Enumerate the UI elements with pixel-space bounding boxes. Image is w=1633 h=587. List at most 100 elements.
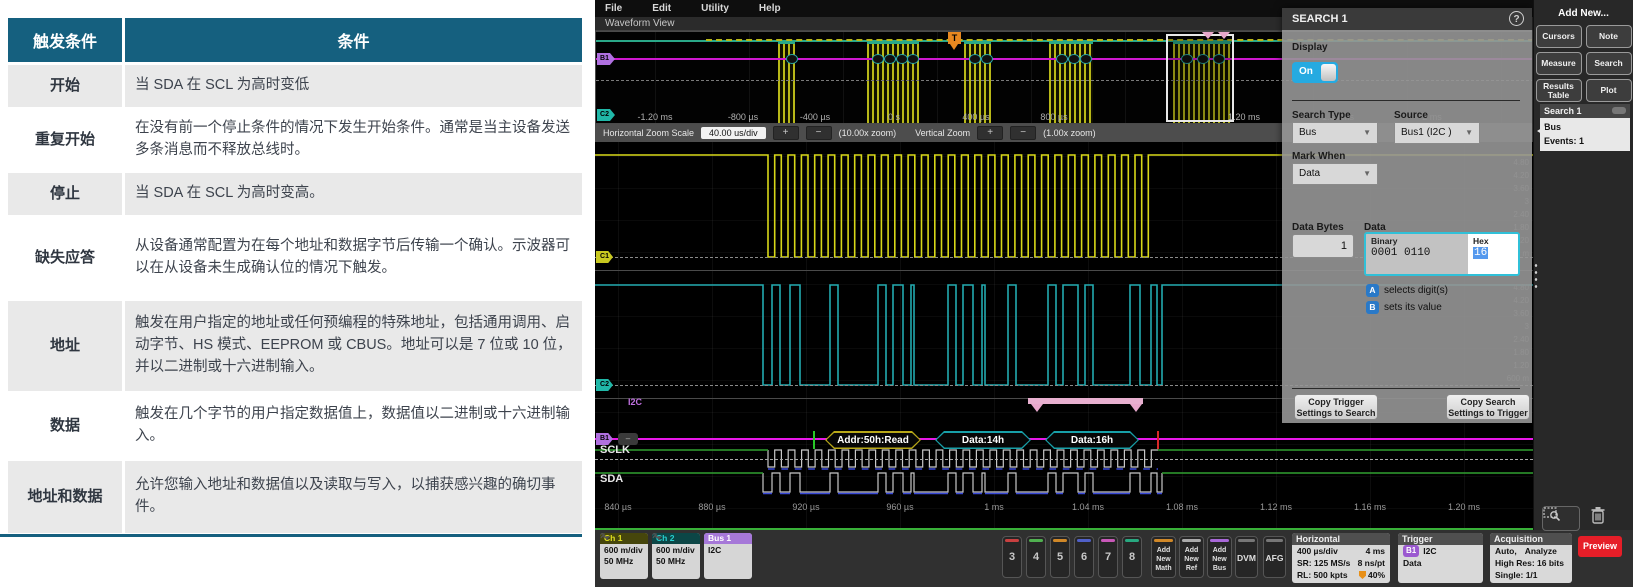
bus1-marker[interactable]: B1 (597, 53, 615, 65)
ch1-badge[interactable]: Ch 1 600 m/div 50 MHz (600, 533, 648, 579)
menu-item-utility[interactable]: Utility (701, 3, 729, 14)
delete-button[interactable] (1590, 506, 1620, 529)
mark-when-dropdown[interactable]: Data▼ (1292, 163, 1378, 185)
overview-time-tick: 800 µs (1040, 112, 1067, 122)
copy-search-to-trigger-button[interactable]: Copy SearchSettings to Trigger (1446, 394, 1530, 420)
table-header-condition: 条件 (125, 18, 582, 62)
acquisition-settings-box[interactable]: Acquisition Auto,Analyze High Res: 16 bi… (1490, 533, 1572, 583)
search1-badge-title: Search 1 (1544, 106, 1582, 116)
trigger-condition-name: 地址 (8, 301, 122, 391)
results-sidebar: Add New... CursorsNoteMeasureSearchResul… (1533, 0, 1633, 530)
hzoom-plus-button[interactable]: + (773, 126, 799, 140)
table-row: 缺失应答从设备通常配置为在每个地址和数据字节后传输一个确认。示波器可以在从设备未… (8, 218, 582, 298)
vzoom-minus-button[interactable]: − (1010, 126, 1036, 140)
channel-6-button[interactable]: 6 (1074, 536, 1094, 578)
ch2-badge[interactable]: Ch 2 600 m/div 50 MHz (652, 533, 700, 579)
note-button[interactable]: Note (1586, 25, 1632, 48)
hex-value[interactable]: 16 (1473, 247, 1488, 259)
zoom-window-box[interactable] (1166, 34, 1234, 122)
main-time-tick: 920 µs (792, 502, 819, 512)
copy-trigger-to-search-button[interactable]: Copy TriggerSettings to Search (1294, 394, 1378, 420)
hzoom-factor: (10.00x zoom) (839, 128, 897, 138)
channel-4-button[interactable]: 4 (1026, 536, 1046, 578)
trigger-condition-name: 缺失应答 (8, 218, 122, 298)
panel-drag-handle[interactable] (1533, 262, 1539, 290)
trigger-condition-desc: 当 SDA 在 SCL 为高时变低 (125, 65, 582, 107)
mark-when-label: Mark When (1292, 151, 1345, 162)
cursors-button[interactable]: Cursors (1536, 25, 1582, 48)
channel-8-button[interactable]: 8 (1122, 536, 1142, 578)
trigger-condition-name: 数据 (8, 394, 122, 458)
source-label: Source (1394, 110, 1428, 121)
afg-button[interactable]: AFG (1263, 536, 1286, 578)
add-new-bus-button[interactable]: Add New Bus (1207, 536, 1232, 578)
search-type-dropdown[interactable]: Bus▼ (1292, 122, 1378, 144)
decode-bubble (907, 54, 919, 64)
table-header-trigger: 触发条件 (8, 18, 122, 62)
menu-item-file[interactable]: File (605, 3, 622, 14)
packet-start-tick (813, 431, 815, 449)
hzoom-scale-value[interactable]: 40.00 us/div (701, 127, 766, 139)
measure-button[interactable]: Measure (1536, 52, 1582, 75)
decode-bubble (786, 54, 798, 64)
preview-button[interactable]: Preview (1578, 536, 1622, 557)
help-icon[interactable]: ? (1509, 11, 1524, 26)
search1-toggle-icon[interactable] (1612, 107, 1626, 114)
search-button[interactable]: Search (1586, 52, 1632, 75)
channel-3-button[interactable]: 3 (1002, 536, 1022, 578)
trigger-settings-box[interactable]: Trigger B1I2C Data (1398, 533, 1483, 583)
menu-item-help[interactable]: Help (759, 3, 781, 14)
binary-pane[interactable]: Binary 0001 0110 (1366, 234, 1472, 274)
bus1-badge[interactable]: Bus 1 I2C (704, 533, 752, 579)
data-value-editor[interactable]: Binary 0001 0110 Hex 16 (1364, 232, 1520, 276)
hzoom-scale-label: Horizontal Zoom Scale (603, 128, 694, 138)
chevron-down-icon: ▼ (1363, 123, 1371, 143)
data-bytes-field[interactable]: 1 (1292, 234, 1354, 258)
add-new-math-button[interactable]: Add New Math (1151, 536, 1176, 578)
table-row: 重复开始在没有前一个停止条件的情况下发生开始条件。通常是当主设备发送多条消息而不… (8, 110, 582, 170)
trigger-position-marker[interactable]: T (948, 32, 961, 44)
trigger-condition-name: 重复开始 (8, 110, 122, 170)
vzoom-plus-button[interactable]: + (977, 126, 1003, 140)
decode-bubble (884, 54, 896, 64)
knob-b-icon: B (1366, 301, 1379, 314)
main-time-tick: 1.04 ms (1072, 502, 1104, 512)
overview-time-tick: -1.20 ms (637, 112, 672, 122)
trigger-condition-name: 地址和数据 (8, 461, 122, 533)
channel-7-button[interactable]: 7 (1098, 536, 1118, 578)
menu-item-edit[interactable]: Edit (652, 3, 671, 14)
plot-button[interactable]: Plot (1586, 79, 1632, 102)
toggle-on-label: On (1299, 66, 1313, 77)
horizontal-settings-box[interactable]: Horizontal 400 µs/div4 ms SR: 125 MS/s8 … (1292, 533, 1390, 583)
zoom-select-button[interactable] (1542, 506, 1580, 531)
source-dropdown[interactable]: Bus1 (I2C )▼ (1394, 122, 1480, 144)
main-time-tick: 960 µs (886, 502, 913, 512)
trigger-condition-name: 停止 (8, 173, 122, 215)
dvm-button[interactable]: DVM (1235, 536, 1258, 578)
search1-badge[interactable]: Search 1 Bus Events: 1 (1540, 104, 1630, 151)
add-new-header: Add New... (1534, 8, 1633, 19)
table-row: 停止当 SDA 在 SCL 为高时变高。 (8, 173, 582, 215)
chevron-down-icon: ▼ (1465, 123, 1473, 143)
ch2-marker-overview[interactable]: C2 (597, 109, 615, 121)
overview-time-tick: 400 µs (962, 112, 989, 122)
display-on-toggle[interactable]: On (1292, 62, 1338, 83)
waveform-view-title: Waveform View (605, 18, 674, 29)
hzoom-minus-button[interactable]: − (806, 126, 832, 140)
hex-pane[interactable]: Hex 16 (1468, 234, 1518, 274)
table-row: 地址触发在用户指定的地址或任何预编程的特殊地址，包括通用调用、启动字节、HS 模… (8, 301, 582, 391)
overview-time-tick: -800 µs (728, 112, 758, 122)
toggle-knob[interactable] (1321, 64, 1336, 81)
hex-label: Hex (1473, 236, 1513, 246)
add-new-ref-button[interactable]: Add New Ref (1179, 536, 1204, 578)
channel-5-button[interactable]: 5 (1050, 536, 1070, 578)
main-time-tick: 1.16 ms (1354, 502, 1386, 512)
trigger-condition-name: 开始 (8, 65, 122, 107)
trigger-position-icon (1359, 571, 1366, 579)
search-panel-title[interactable]: SEARCH 1 (1282, 8, 1532, 30)
binary-value[interactable]: 0001 0110 (1371, 247, 1467, 259)
results-table-button[interactable]: Results Table (1536, 79, 1582, 102)
zoom-box-icon (1543, 507, 1561, 521)
search-mark-overview (1218, 32, 1230, 45)
packet-stop-tick (1157, 431, 1159, 449)
